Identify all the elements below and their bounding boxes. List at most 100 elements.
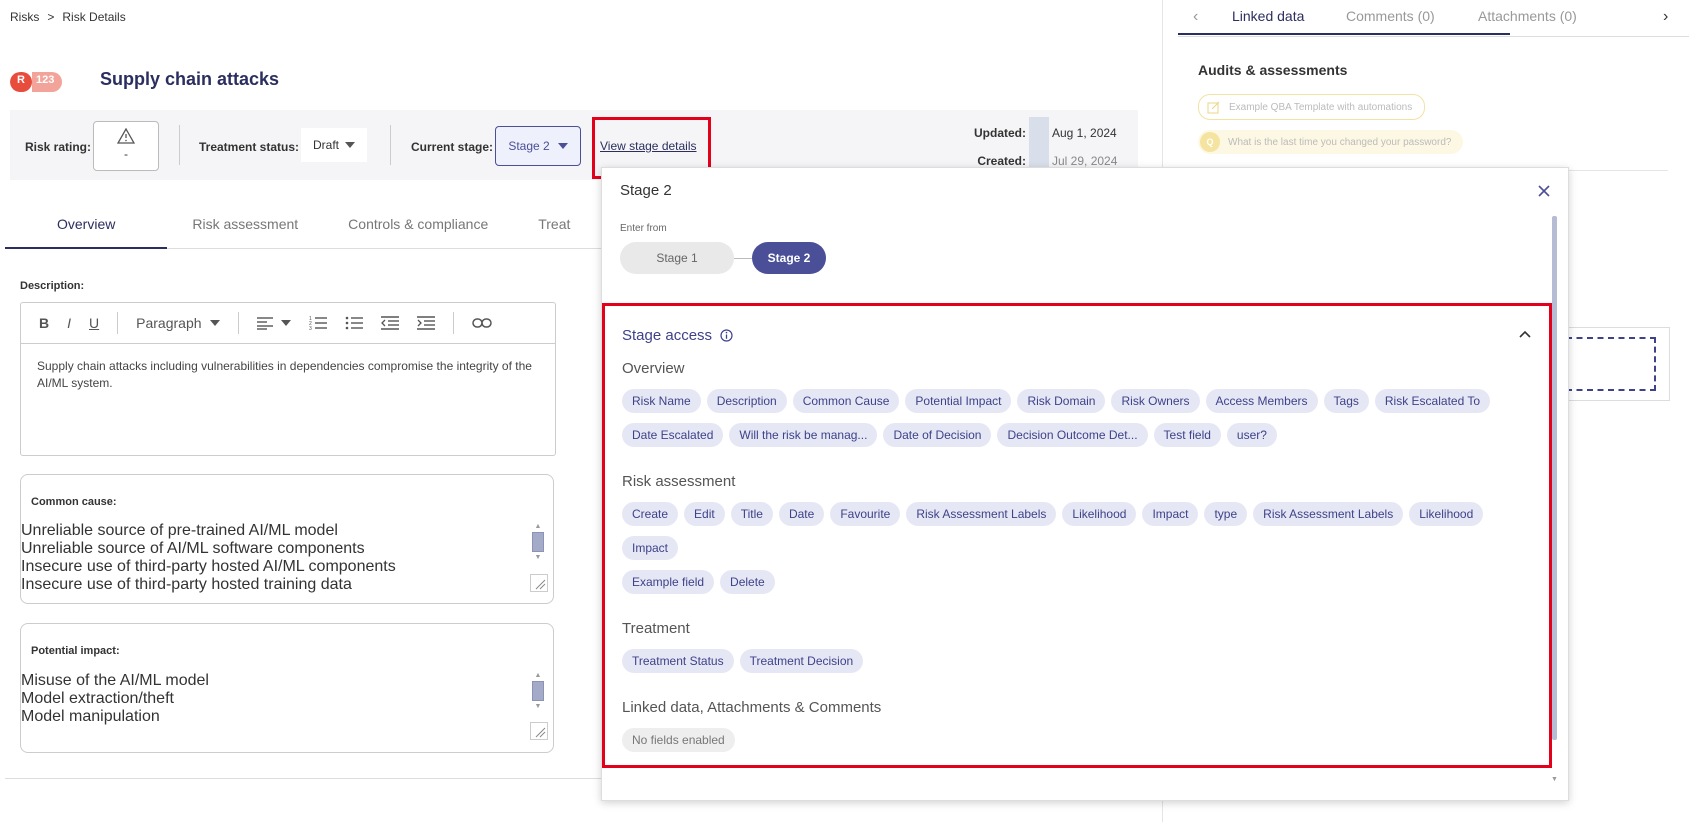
description-editor[interactable]: B I U Paragraph 123 Supply chain attacks…	[20, 302, 556, 456]
field-chip: Risk Name	[622, 389, 701, 413]
treatment-status-dropdown[interactable]: Draft	[301, 128, 367, 162]
field-chip: Risk Escalated To	[1374, 389, 1491, 413]
tab-risk-assessment[interactable]: Risk assessment	[167, 200, 323, 247]
caret-down-icon[interactable]	[280, 320, 291, 326]
dropzone[interactable]	[1566, 337, 1656, 391]
group-title-treatment: Treatment	[622, 620, 690, 637]
warning-icon	[116, 127, 136, 144]
list-item: Model manipulation	[21, 708, 160, 725]
field-chip: Favourite	[830, 502, 901, 526]
stage-access-groups: Overview Risk Name Description Common Caus…	[622, 360, 1532, 762]
divider	[390, 125, 391, 165]
stage-2-chip[interactable]: Stage 2	[752, 242, 826, 274]
created-value: Jul 29, 2024	[1052, 154, 1118, 168]
tab-attachments[interactable]: Attachments (0)	[1478, 8, 1577, 24]
chip-list-treatment: Treatment Status Treatment Decision	[622, 649, 1532, 683]
caret-down-icon	[345, 142, 355, 148]
risk-id-badge: R 123	[10, 72, 63, 92]
breadcrumb: Risks > Risk Details	[10, 10, 126, 24]
breadcrumb-risks-link[interactable]: Risks	[10, 10, 39, 24]
chevron-right-icon: >	[47, 10, 55, 24]
close-icon[interactable]	[1538, 185, 1550, 197]
field-chip: Risk Assessment Labels	[1253, 502, 1404, 526]
audit-item-label: Example QBA Template with automations	[1229, 101, 1413, 113]
view-stage-details-link[interactable]: View stage details	[600, 139, 697, 153]
resize-handle-icon[interactable]	[530, 574, 548, 592]
field-chip: Description	[706, 389, 787, 413]
tab-overview[interactable]: Overview	[5, 200, 168, 249]
paragraph-dropdown[interactable]: Paragraph	[136, 315, 220, 331]
list-item: Model extraction/theft	[21, 690, 174, 707]
field-chip: type	[1204, 502, 1248, 526]
list-item: Unreliable source of AI/ML software comp…	[21, 540, 365, 557]
stage-access-header[interactable]: Stage access	[622, 327, 733, 344]
field-chip: Edit	[684, 502, 725, 526]
align-left-icon[interactable]	[256, 316, 273, 330]
scrollbar-thumb[interactable]	[532, 681, 544, 701]
tab-treatment[interactable]: Treat	[513, 200, 595, 247]
link-icon[interactable]	[471, 317, 492, 329]
chevron-right-icon[interactable]: ›	[1663, 8, 1668, 26]
enter-from-label: Enter from	[620, 223, 667, 234]
avatar: Q	[1200, 132, 1220, 152]
page-title: Supply chain attacks	[100, 69, 280, 89]
modal-scrollbar[interactable]	[1552, 216, 1557, 740]
italic-button[interactable]: I	[67, 315, 71, 331]
toolbar-divider	[117, 312, 119, 334]
audits-title: Audits & assessments	[1198, 62, 1348, 78]
audit-item[interactable]: Example QBA Template with automations	[1198, 94, 1426, 120]
group-title-linked-data: Linked data, Attachments & Comments	[622, 699, 882, 716]
field-chip: Date Escalated	[622, 423, 724, 447]
list-item: Insecure use of third-party hosted AI/ML…	[21, 558, 396, 575]
info-icon[interactable]	[720, 329, 733, 342]
bold-button[interactable]: B	[39, 315, 49, 331]
modal-title: Stage 2	[620, 182, 672, 199]
divider	[179, 125, 180, 165]
field-chip: Risk Domain	[1017, 389, 1106, 413]
scroll-down-icon[interactable]: ▼	[1551, 776, 1558, 783]
paragraph-label: Paragraph	[136, 315, 202, 331]
date-accent	[1029, 117, 1049, 173]
divider	[5, 778, 602, 779]
audit-item-label: What is the last time you changed your p…	[1228, 136, 1452, 148]
stage-1-chip[interactable]: Stage 1	[620, 242, 734, 274]
scrollbar-thumb[interactable]	[532, 532, 544, 552]
chevron-left-icon[interactable]: ‹	[1193, 8, 1198, 26]
field-chip: Example field	[622, 570, 715, 594]
tab-controls-compliance[interactable]: Controls & compliance	[323, 200, 513, 247]
resize-handle-icon[interactable]	[530, 722, 548, 740]
risk-rating-box[interactable]: -	[93, 121, 159, 171]
current-stage-dropdown[interactable]: Stage 2	[495, 126, 581, 166]
updated-value: Aug 1, 2024	[1052, 126, 1117, 140]
created-label: Created:	[977, 154, 1026, 168]
edit-icon	[1207, 101, 1220, 114]
stage-connector	[734, 258, 752, 259]
current-stage-label: Current stage:	[411, 140, 494, 154]
risk-rating-value: -	[124, 147, 128, 161]
common-cause-scrollbar[interactable]: ▲ ▼	[532, 523, 544, 561]
indent-icon[interactable]	[416, 316, 435, 330]
numbered-list-icon[interactable]: 123	[309, 316, 327, 330]
potential-impact-textarea[interactable]: Misuse of the AI/ML model Model extracti…	[21, 672, 521, 726]
field-chip: Likelihood	[1409, 502, 1484, 526]
field-chip: Impact	[1142, 502, 1199, 526]
common-cause-textarea[interactable]: Unreliable source of pre-trained AI/ML m…	[21, 522, 521, 594]
svg-text:3: 3	[309, 326, 312, 330]
field-chip: Risk Assessment Labels	[906, 502, 1057, 526]
description-text[interactable]: Supply chain attacks including vulnerabi…	[21, 344, 555, 406]
potential-impact-scrollbar[interactable]: ▲ ▼	[532, 672, 544, 710]
field-chip: Create	[622, 502, 679, 526]
field-chip: Access Members	[1205, 389, 1318, 413]
outdent-icon[interactable]	[380, 316, 399, 330]
risk-badge-letter: R	[10, 72, 32, 92]
audit-item[interactable]: Q What is the last time you changed your…	[1198, 130, 1464, 154]
stage-details-modal: Stage 2 Enter from Stage 1 Stage 2 ▼ Sta…	[601, 167, 1569, 801]
bullet-list-icon[interactable]	[345, 316, 363, 330]
tab-linked-data[interactable]: Linked data	[1232, 8, 1304, 24]
chip-list-overview: Risk Name Description Common Cause Potentia…	[622, 389, 1532, 457]
chevron-up-icon[interactable]	[1519, 330, 1531, 338]
tab-comments[interactable]: Comments (0)	[1346, 8, 1435, 24]
field-chip: Likelihood	[1062, 502, 1137, 526]
underline-button[interactable]: U	[89, 315, 99, 331]
caret-down-icon	[557, 143, 568, 149]
